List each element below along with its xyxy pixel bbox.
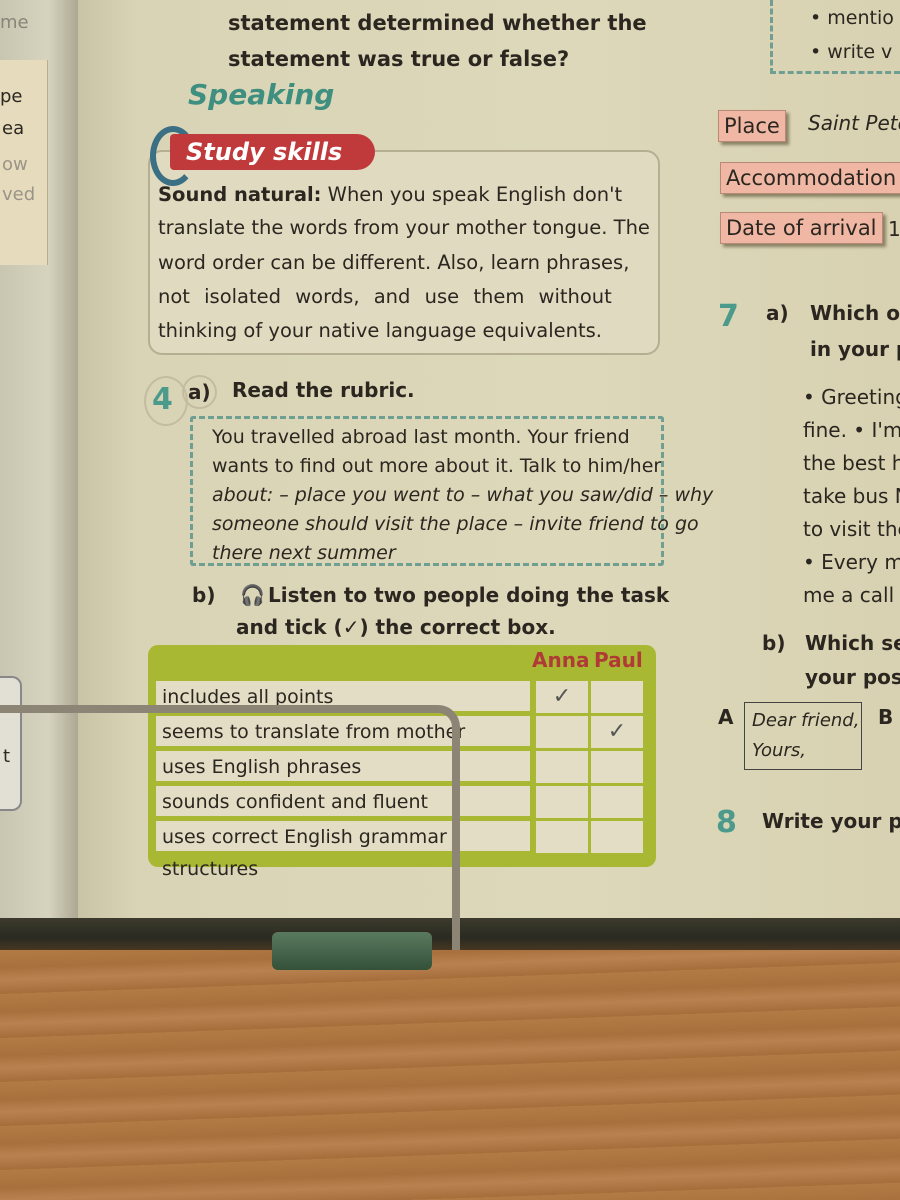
text: mentio [827, 7, 894, 29]
task-label: b) [762, 631, 786, 655]
task-text: Which set [805, 631, 900, 655]
anna-checkbox[interactable] [536, 716, 588, 748]
text: write v [827, 41, 893, 63]
rubric-line: about: – place you went to – what you sa… [212, 484, 714, 506]
study-skills-line: not isolated words, and use them without [158, 285, 612, 308]
option-label: B [878, 705, 894, 729]
top-text: statement determined whether the [228, 11, 647, 35]
task-number: 7 [718, 299, 739, 334]
task-text: Which of [810, 301, 900, 325]
task7-line: take bus N [803, 484, 900, 508]
text: When you speak English don't [321, 183, 623, 206]
paul-checkbox[interactable] [591, 821, 643, 853]
study-skills-line: Sound natural: When you speak English do… [158, 180, 622, 210]
task-label: a) [182, 375, 217, 409]
paul-checkbox[interactable] [591, 681, 643, 713]
anna-checkbox[interactable] [536, 751, 588, 783]
task-text: Read the rubric. [232, 378, 415, 402]
left-edge-text: me [0, 12, 29, 33]
wire-bookmark [0, 705, 460, 950]
task7-line: fine. • I'm [803, 418, 900, 442]
bullet-item: • write v [810, 41, 893, 63]
task-text: your post [805, 665, 900, 689]
left-edge-text: ea [2, 118, 25, 139]
paul-checkbox[interactable]: ✓ [591, 716, 643, 748]
anna-checkbox[interactable] [536, 786, 588, 818]
left-edge-text: ow [2, 154, 28, 175]
rubric-line: someone should visit the place – invite … [212, 513, 699, 535]
task7-line: • Every mo [803, 550, 900, 574]
left-edge-text: ved [2, 184, 36, 205]
option-label: A [718, 705, 734, 729]
task7-line: me a call la [803, 583, 900, 607]
task-text: in your p [810, 337, 900, 361]
column-paul: Paul [594, 648, 643, 672]
task-text: and tick (✓) the correct box. [236, 615, 556, 639]
top-text: statement was true or false? [228, 47, 570, 71]
paul-checkbox[interactable] [591, 751, 643, 783]
left-edge-text: pe [0, 86, 23, 107]
column-anna: Anna [532, 648, 590, 672]
bookmark-tube [272, 932, 432, 970]
study-skills-banner: Study skills [170, 134, 375, 170]
task7-line: to visit the [803, 517, 900, 541]
task-number: 8 [716, 805, 737, 840]
tag-value: 1 [888, 217, 900, 241]
section-title: Speaking [188, 78, 335, 111]
study-skills-line: translate the words from your mother ton… [158, 216, 650, 239]
tag-value: Saint Pete [808, 111, 900, 135]
wooden-table [0, 950, 900, 1200]
study-skills-line: thinking of your native language equival… [158, 319, 602, 342]
task7-line: the best h [803, 451, 900, 475]
tag-place: Place [718, 110, 786, 142]
study-skills-line: word order can be different. Also, learn… [158, 251, 630, 274]
paul-checkbox[interactable] [591, 786, 643, 818]
task-text: Listen to two people doing the task [268, 583, 670, 607]
headphones-icon: 🎧 [240, 583, 265, 607]
rubric-line: You travelled abroad last month. Your fr… [212, 426, 630, 448]
anna-checkbox[interactable] [536, 821, 588, 853]
task-label: b) [192, 583, 216, 607]
task-label: a) [766, 301, 789, 325]
anna-checkbox[interactable]: ✓ [536, 681, 588, 713]
option-a-line: Yours, [752, 740, 806, 761]
rubric-line: there next summer [212, 542, 396, 564]
tag-accommodation: Accommodation [720, 162, 900, 194]
bullet-item: • mentio [810, 7, 894, 29]
task-text: Write your p [762, 809, 900, 833]
lead: Sound natural: [158, 183, 322, 206]
task7-line: • Greeting [803, 385, 900, 409]
tag-date-of-arrival: Date of arrival [720, 212, 883, 244]
task-number: 4 [144, 376, 188, 426]
option-a-line: Dear friend, [752, 710, 860, 731]
rubric-line: wants to find out more about it. Talk to… [212, 455, 662, 477]
